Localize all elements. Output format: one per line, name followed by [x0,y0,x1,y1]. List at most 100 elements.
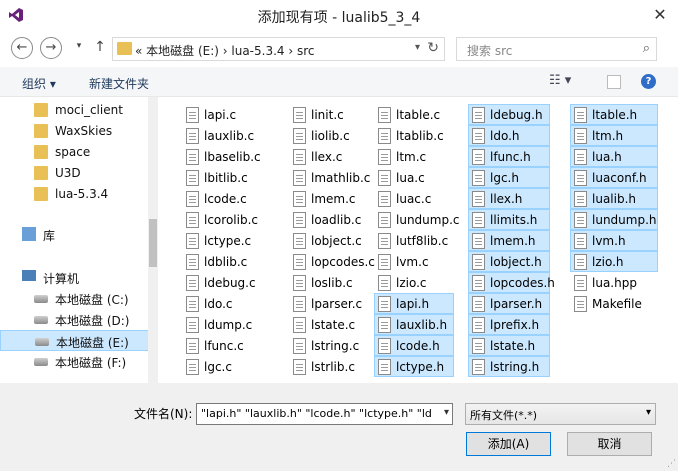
file-item[interactable]: lcode.h [374,335,454,356]
file-item[interactable]: lcode.c [182,188,272,209]
file-item[interactable]: ldebug.h [468,104,550,125]
file-item[interactable]: liolib.c [289,125,379,146]
file-item[interactable]: loslib.c [289,272,379,293]
file-item[interactable]: luaconf.h [570,167,658,188]
file-item[interactable]: lmem.h [468,230,550,251]
view-options-icon[interactable]: ☷ ▾ [549,73,571,88]
file-item[interactable]: ldo.h [468,125,550,146]
file-name: lfunc.c [204,339,244,353]
resize-grip-icon[interactable]: ⋰ [667,459,676,469]
file-item[interactable]: ltablib.c [374,125,454,146]
file-item[interactable]: lgc.h [468,167,550,188]
file-item[interactable]: lbitlib.c [182,167,272,188]
file-item[interactable]: llex.h [468,188,550,209]
chevron-down-icon[interactable]: ▾ [646,407,651,418]
file-item[interactable]: ldump.c [182,314,272,335]
file-item[interactable]: lualib.h [570,188,658,209]
file-item[interactable]: lstate.c [289,314,379,335]
chevron-down-icon[interactable]: ▾ [444,407,449,418]
sidebar-item[interactable]: WaxSkies [0,121,150,142]
new-folder-button[interactable]: 新建文件夹 [89,75,149,92]
file-item[interactable]: ltable.h [570,104,658,125]
add-button[interactable]: 添加(A) [466,432,551,456]
filetype-select[interactable]: 所有文件(*.*) ▾ [465,403,656,425]
file-item[interactable]: ltm.h [570,125,658,146]
forward-button[interactable]: → [40,37,62,59]
search-input[interactable]: 搜索 src ⌕ [456,37,657,61]
search-icon[interactable]: ⌕ [643,41,650,56]
file-item[interactable]: lobject.h [468,251,550,272]
file-item[interactable]: lutf8lib.c [374,230,454,251]
address-bar[interactable]: « 本地磁盘 (E:) › lua-5.3.4 › src ▾ ↻ [112,37,445,61]
file-item[interactable]: luac.c [374,188,454,209]
file-item[interactable]: lzio.c [374,272,454,293]
sidebar-item[interactable]: 库 [0,224,150,245]
file-item[interactable]: lua.c [374,167,454,188]
file-item[interactable]: Makefile [570,293,658,314]
file-item[interactable]: lvm.h [570,230,658,251]
file-item[interactable]: ldo.c [182,293,272,314]
file-item[interactable]: lbaselib.c [182,146,272,167]
file-item[interactable]: lauxlib.h [374,314,454,335]
sidebar-item[interactable]: 本地磁盘 (F:) [0,351,150,372]
breadcrumb[interactable]: « 本地磁盘 (E:) › lua-5.3.4 › src [135,42,315,59]
close-icon[interactable]: ✕ [650,6,670,24]
file-item[interactable]: lua.hpp [570,272,658,293]
sidebar-item[interactable]: 本地磁盘 (C:) [0,288,150,309]
filename-value[interactable]: "lapi.h" "lauxlib.h" "lcode.h" "lctype.h… [201,407,441,420]
file-item[interactable]: lstate.h [468,335,550,356]
up-button[interactable]: ↑ [92,39,108,57]
sidebar-item[interactable]: lua-5.3.4 [0,184,150,205]
file-item[interactable]: ltable.c [374,104,454,125]
file-item[interactable]: lobject.c [289,230,379,251]
file-item[interactable]: linit.c [289,104,379,125]
file-item[interactable]: lmathlib.c [289,167,379,188]
file-item[interactable]: lfunc.c [182,335,272,356]
preview-pane-icon[interactable] [607,75,621,89]
sidebar-item[interactable]: U3D [0,163,150,184]
file-item[interactable]: lapi.c [182,104,272,125]
file-item[interactable]: llex.c [289,146,379,167]
file-item[interactable]: lfunc.h [468,146,550,167]
file-item[interactable]: lgc.c [182,356,272,377]
file-item[interactable]: ldebug.c [182,272,272,293]
file-item[interactable]: lvm.c [374,251,454,272]
file-item[interactable]: loadlib.c [289,209,379,230]
scrollbar-thumb[interactable] [149,219,157,267]
file-item[interactable]: ldblib.c [182,251,272,272]
sidebar-item[interactable]: moci_client [0,100,150,121]
chevron-down-icon[interactable]: ▾ [415,42,420,53]
sidebar-item[interactable]: space [0,142,150,163]
cancel-button[interactable]: 取消 [567,432,652,456]
refresh-icon[interactable]: ↻ [427,40,439,56]
file-item[interactable]: lctype.c [182,230,272,251]
recent-locations-icon[interactable]: ▾ [68,37,90,59]
file-item[interactable]: lparser.h [468,293,550,314]
file-item[interactable]: lstrlib.c [289,356,379,377]
file-item[interactable]: lmem.c [289,188,379,209]
file-item[interactable]: lctype.h [374,356,454,377]
file-item[interactable]: ltm.c [374,146,454,167]
file-item[interactable]: lstring.c [289,335,379,356]
sidebar-item[interactable]: 本地磁盘 (E:) [0,330,150,351]
file-item[interactable]: lauxlib.c [182,125,272,146]
file-item[interactable]: lprefix.h [468,314,550,335]
file-item[interactable]: llimits.h [468,209,550,230]
file-item[interactable]: lapi.h [374,293,454,314]
file-item[interactable]: lua.h [570,146,658,167]
file-item[interactable]: lundump.c [374,209,460,230]
filename-input[interactable]: "lapi.h" "lauxlib.h" "lcode.h" "lctype.h… [196,403,453,425]
file-item[interactable]: lopcodes.c [289,251,379,272]
help-icon[interactable]: ? [641,74,656,89]
file-item[interactable]: lzio.h [570,251,658,272]
file-item[interactable]: lstring.h [468,356,550,377]
navigation-scrollbar[interactable] [148,97,158,383]
sidebar-item[interactable]: 本地磁盘 (D:) [0,309,150,330]
organize-menu[interactable]: 组织 ▾ [22,75,56,92]
file-item[interactable]: lundump.h [570,209,658,230]
back-button[interactable]: ← [11,37,33,59]
file-item[interactable]: lopcodes.h [468,272,555,293]
file-item[interactable]: lparser.c [289,293,379,314]
file-item[interactable]: lcorolib.c [182,209,272,230]
sidebar-item[interactable]: 计算机 [0,267,150,288]
